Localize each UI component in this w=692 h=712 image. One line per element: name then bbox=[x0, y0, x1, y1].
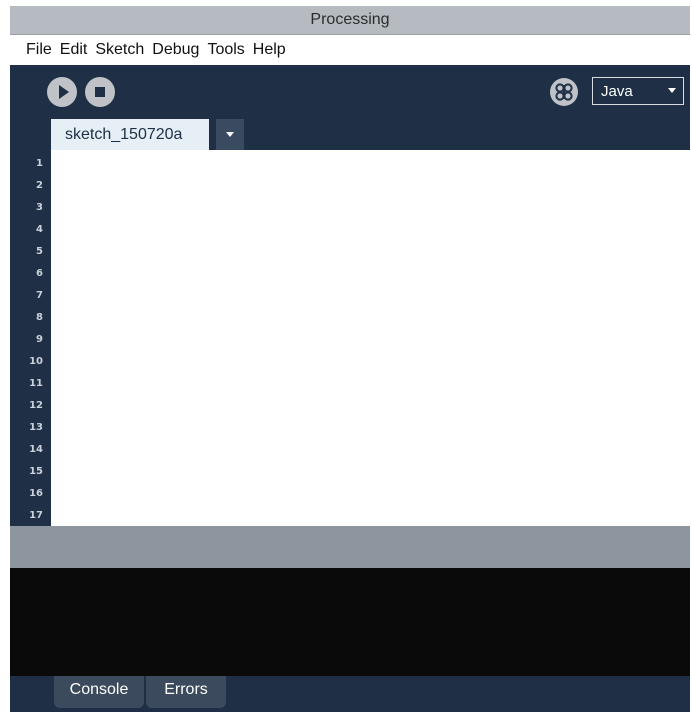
menu-edit[interactable]: Edit bbox=[60, 41, 88, 59]
toolbar: Java bbox=[10, 65, 690, 119]
mode-selector-value: Java bbox=[601, 82, 633, 100]
line-number: 7 bbox=[36, 290, 43, 301]
play-icon bbox=[58, 85, 69, 99]
line-number: 17 bbox=[29, 510, 43, 521]
stop-icon bbox=[95, 87, 105, 97]
footer-bar: Console Errors bbox=[10, 676, 690, 712]
processing-window: Processing File Edit Sketch Debug Tools … bbox=[10, 6, 690, 712]
line-number: 12 bbox=[29, 400, 43, 411]
line-number: 9 bbox=[36, 334, 43, 345]
line-number: 11 bbox=[29, 378, 43, 389]
menu-tools[interactable]: Tools bbox=[207, 41, 244, 59]
tab-errors[interactable]: Errors bbox=[146, 676, 226, 708]
butterfly-debugger-icon bbox=[555, 83, 573, 101]
chevron-down-icon bbox=[668, 88, 676, 93]
menu-sketch[interactable]: Sketch bbox=[95, 41, 144, 59]
debugger-button[interactable] bbox=[550, 78, 578, 106]
line-number: 2 bbox=[36, 180, 43, 191]
line-number: 13 bbox=[29, 422, 43, 433]
code-editor[interactable] bbox=[51, 150, 690, 526]
stop-button[interactable] bbox=[85, 77, 115, 107]
menu-debug[interactable]: Debug bbox=[152, 41, 199, 59]
line-number: 8 bbox=[36, 312, 43, 323]
mode-selector[interactable]: Java bbox=[592, 77, 684, 105]
tab-menu-button[interactable] bbox=[216, 119, 244, 150]
line-number: 16 bbox=[29, 488, 43, 499]
tab-sketch[interactable]: sketch_150720a bbox=[51, 119, 209, 150]
line-number: 10 bbox=[29, 356, 43, 367]
console-output[interactable] bbox=[10, 568, 690, 676]
tab-console[interactable]: Console bbox=[54, 676, 144, 708]
menu-file[interactable]: File bbox=[26, 41, 52, 59]
message-area[interactable] bbox=[10, 526, 690, 568]
line-number: 15 bbox=[29, 466, 43, 477]
line-number: 14 bbox=[29, 444, 43, 455]
run-button[interactable] bbox=[47, 77, 77, 107]
line-number: 6 bbox=[36, 268, 43, 279]
line-number: 1 bbox=[36, 158, 43, 169]
line-number: 5 bbox=[36, 246, 43, 257]
menu-bar: File Edit Sketch Debug Tools Help bbox=[10, 35, 690, 65]
chevron-down-icon bbox=[226, 132, 234, 137]
line-number: 4 bbox=[36, 224, 43, 235]
line-number-gutter: 1 2 3 4 5 6 7 8 9 10 11 12 13 14 15 16 1… bbox=[10, 150, 51, 526]
window-title: Processing bbox=[10, 6, 690, 35]
menu-help[interactable]: Help bbox=[253, 41, 286, 59]
line-number: 3 bbox=[36, 202, 43, 213]
